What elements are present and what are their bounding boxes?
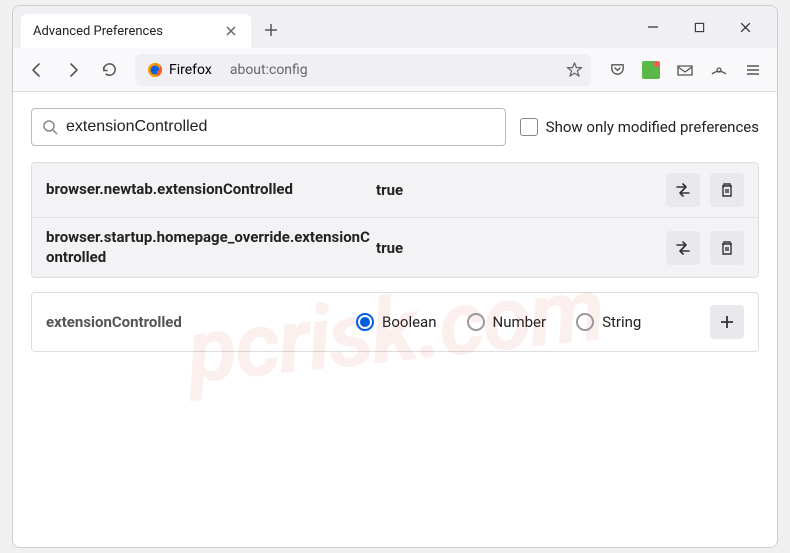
url-text: about:config bbox=[230, 62, 308, 78]
toggle-button[interactable] bbox=[666, 231, 700, 265]
pref-value: true bbox=[376, 239, 666, 257]
type-radio-group: Boolean Number String bbox=[356, 313, 710, 331]
radio-number[interactable]: Number bbox=[467, 313, 547, 331]
radio-label: String bbox=[602, 313, 641, 331]
radio-label: Number bbox=[493, 313, 547, 331]
search-input[interactable] bbox=[66, 118, 495, 136]
add-button[interactable] bbox=[710, 305, 744, 339]
delete-button[interactable] bbox=[710, 231, 744, 265]
checkbox-label-text: Show only modified preferences bbox=[546, 118, 759, 136]
pref-row[interactable]: browser.startup.homepage_override.extens… bbox=[32, 218, 758, 277]
close-tab-button[interactable] bbox=[223, 23, 239, 39]
browser-tab[interactable]: Advanced Preferences bbox=[21, 14, 251, 48]
extension-button[interactable] bbox=[635, 54, 667, 86]
reload-button[interactable] bbox=[93, 54, 125, 86]
radio-label: Boolean bbox=[382, 313, 437, 331]
pref-row[interactable]: browser.newtab.extensionControlled true bbox=[32, 163, 758, 218]
back-button[interactable] bbox=[21, 54, 53, 86]
toggle-button[interactable] bbox=[666, 173, 700, 207]
delete-button[interactable] bbox=[710, 173, 744, 207]
content-area: pcrisk.com Show only modified preference… bbox=[13, 92, 777, 547]
mail-button[interactable] bbox=[669, 54, 701, 86]
maximize-button[interactable] bbox=[685, 13, 713, 41]
menu-button[interactable] bbox=[737, 54, 769, 86]
account-button[interactable] bbox=[703, 54, 735, 86]
radio-boolean[interactable]: Boolean bbox=[356, 313, 437, 331]
new-pref-name: extensionControlled bbox=[46, 313, 356, 331]
new-pref-row: extensionControlled Boolean Number Strin… bbox=[31, 292, 759, 352]
search-icon bbox=[42, 119, 58, 135]
url-bar[interactable]: Firefox about:config bbox=[135, 54, 591, 86]
checkbox-icon bbox=[520, 118, 538, 136]
pref-value: true bbox=[376, 181, 666, 199]
pref-name: browser.startup.homepage_override.extens… bbox=[46, 228, 376, 267]
firefox-logo-icon bbox=[147, 62, 163, 78]
search-box[interactable] bbox=[31, 108, 506, 146]
show-modified-checkbox[interactable]: Show only modified preferences bbox=[520, 118, 759, 136]
radio-icon bbox=[576, 313, 594, 331]
close-window-button[interactable] bbox=[731, 13, 759, 41]
bookmark-star-button[interactable] bbox=[566, 61, 583, 78]
identity-label: Firefox bbox=[169, 62, 212, 78]
forward-button[interactable] bbox=[57, 54, 89, 86]
identity-box[interactable]: Firefox bbox=[143, 60, 222, 80]
radio-icon bbox=[356, 313, 374, 331]
toolbar: Firefox about:config bbox=[13, 48, 777, 92]
pocket-button[interactable] bbox=[601, 54, 633, 86]
preferences-table: browser.newtab.extensionControlled true … bbox=[31, 162, 759, 278]
window-controls bbox=[639, 13, 777, 41]
radio-icon bbox=[467, 313, 485, 331]
pref-name: browser.newtab.extensionControlled bbox=[46, 180, 376, 200]
extension-icon bbox=[642, 61, 660, 79]
tab-title: Advanced Preferences bbox=[33, 24, 223, 39]
titlebar: Advanced Preferences bbox=[13, 6, 777, 48]
new-tab-button[interactable] bbox=[257, 16, 285, 44]
minimize-button[interactable] bbox=[639, 13, 667, 41]
radio-string[interactable]: String bbox=[576, 313, 641, 331]
